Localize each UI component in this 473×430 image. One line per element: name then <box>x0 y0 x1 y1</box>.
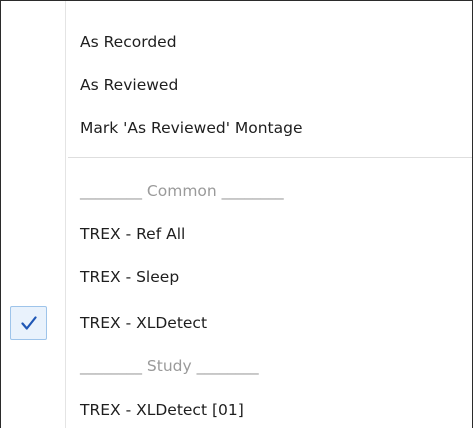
menu-item-as-recorded[interactable]: As Recorded <box>1 22 472 62</box>
menu-item-label: As Recorded <box>80 33 177 51</box>
context-menu: As Recorded As Reviewed Mark 'As Reviewe… <box>0 0 473 428</box>
menu-item-mark-as-reviewed-montage[interactable]: Mark 'As Reviewed' Montage <box>1 108 472 148</box>
menu-item-trex-xldetect[interactable]: TREX - XLDetect <box>1 303 472 343</box>
menu-separator <box>68 157 472 158</box>
menu-item-trex-xldetect-01[interactable]: TREX - XLDetect [01] <box>1 390 472 430</box>
menu-item-label: Mark 'As Reviewed' Montage <box>80 119 303 137</box>
menu-group-header-label: ________ Common ________ <box>80 182 284 200</box>
menu-item-as-reviewed[interactable]: As Reviewed <box>1 65 472 105</box>
menu-item-trex-ref-all[interactable]: TREX - Ref All <box>1 214 472 254</box>
menu-item-label: TREX - Sleep <box>80 268 180 286</box>
menu-item-trex-sleep[interactable]: TREX - Sleep <box>1 257 472 297</box>
menu-group-header-study: ________ Study ________ <box>1 346 472 386</box>
menu-item-label: TREX - XLDetect [01] <box>80 401 244 419</box>
menu-item-label: TREX - XLDetect <box>80 314 208 332</box>
menu-group-header-common: ________ Common ________ <box>1 171 472 211</box>
menu-group-header-label: ________ Study ________ <box>80 357 259 375</box>
menu-item-label: TREX - Ref All <box>80 225 186 243</box>
menu-item-label: As Reviewed <box>80 76 179 94</box>
